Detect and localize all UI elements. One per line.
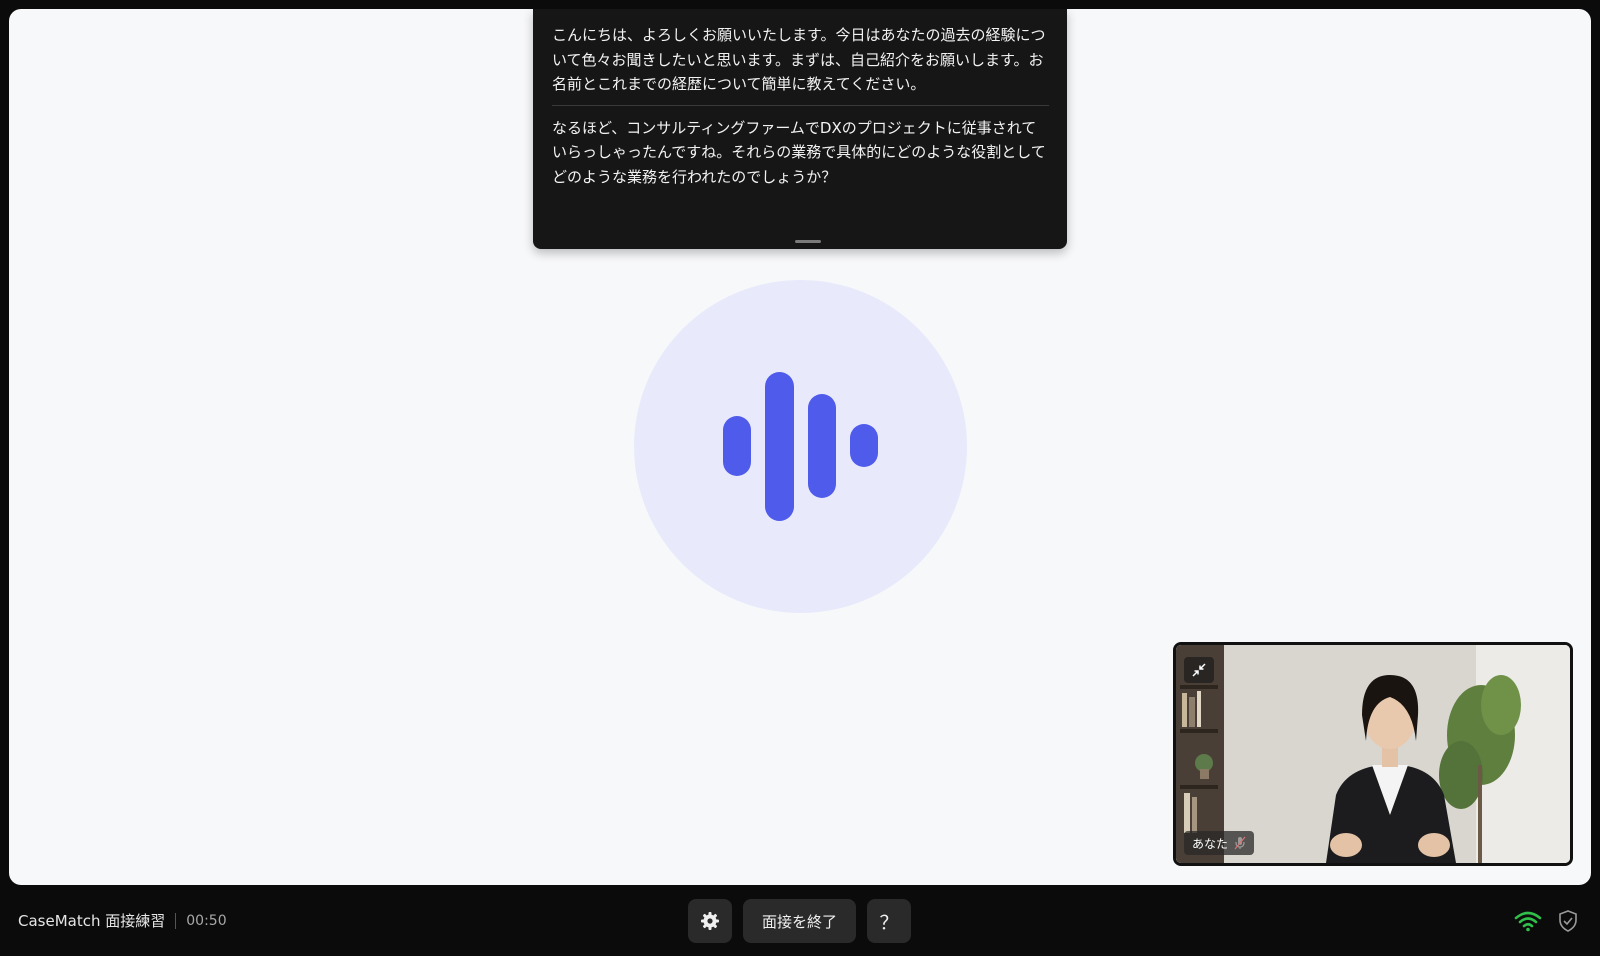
control-bar: CaseMatch 面接練習 00:50 面接を終了 ？ [0, 886, 1600, 956]
audio-wave-icon [723, 372, 878, 521]
minimize-button[interactable] [1184, 657, 1214, 683]
mic-muted-icon [1234, 836, 1246, 850]
self-name-label: あなた [1192, 836, 1229, 851]
end-interview-button[interactable]: 面接を終了 [743, 899, 856, 943]
session-info: CaseMatch 面接練習 00:50 [18, 910, 227, 931]
shield-check-icon[interactable] [1557, 909, 1579, 933]
ai-voice-indicator [634, 280, 967, 613]
help-button[interactable]: ？ [867, 899, 911, 943]
app-name: CaseMatch 面接練習 [18, 912, 166, 930]
transcript-message: こんにちは、よろしくお願いいたします。今日はあなたの過去の経験について色々お聞き… [552, 26, 1046, 93]
transcript-panel[interactable]: こんにちは、よろしくお願いいたします。今日はあなたの過去の経験について色々お聞き… [533, 9, 1067, 249]
transcript-message: なるほど、コンサルティングファームでDXのプロジェクトに従事されていらっしゃった… [552, 104, 1049, 198]
interview-stage: こんにちは、よろしくお願いいたします。今日はあなたの過去の経験について色々お聞き… [9, 9, 1591, 885]
wifi-icon [1514, 911, 1542, 932]
divider [175, 912, 177, 929]
settings-button[interactable] [688, 899, 732, 943]
gear-icon [701, 912, 719, 930]
minimize-icon [1192, 663, 1206, 677]
elapsed-timer: 00:50 [186, 912, 227, 929]
self-camera-view[interactable]: あなた [1173, 642, 1573, 866]
transcript-resize-handle[interactable] [795, 240, 821, 243]
self-name-tag: あなた [1184, 831, 1255, 855]
